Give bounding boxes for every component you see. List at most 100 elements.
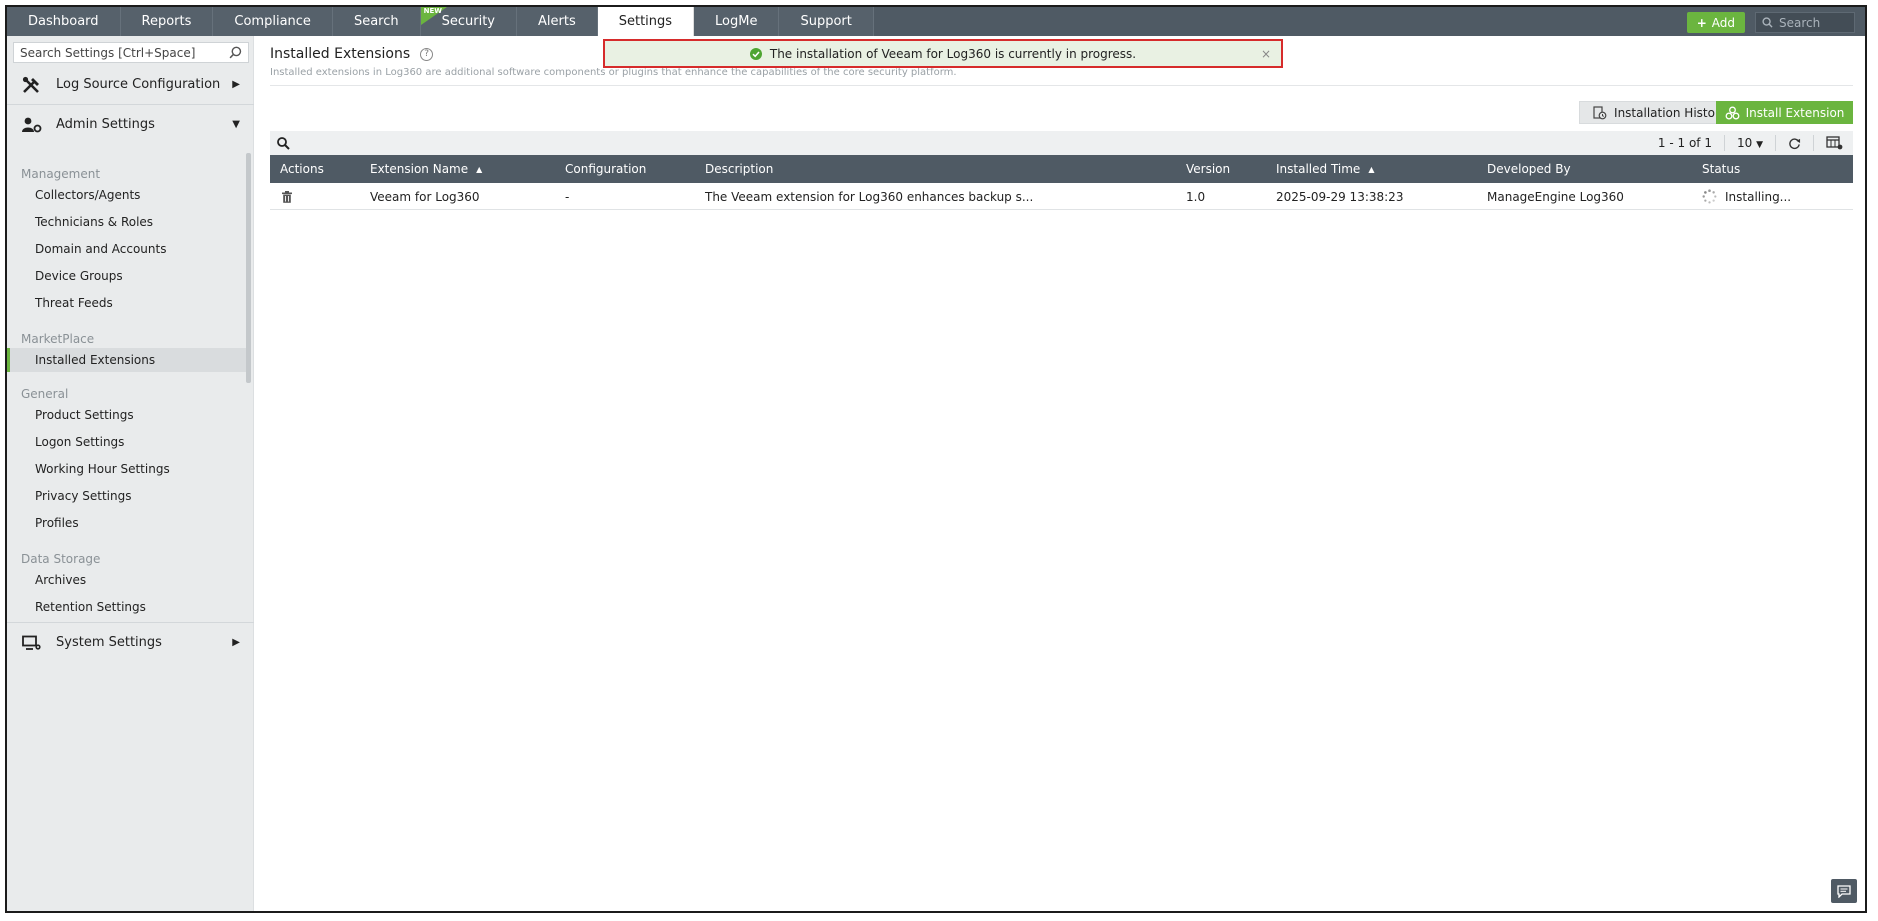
column-label: Version <box>1186 162 1231 176</box>
column-header-installed-time[interactable]: Installed Time ▲ <box>1276 155 1374 183</box>
section-heading-marketplace: MarketPlace <box>21 332 95 346</box>
sidebar-group-system[interactable]: System Settings ▶ <box>7 624 254 661</box>
install-extension-button[interactable]: Install Extension <box>1716 101 1853 124</box>
global-search-input[interactable]: Search <box>1755 12 1855 33</box>
tab-security[interactable]: NEW Security <box>420 7 517 36</box>
sidebar-item-privacy[interactable]: Privacy Settings <box>7 484 247 508</box>
installation-history-label: Installation History <box>1614 105 1727 120</box>
tab-logme[interactable]: LogMe <box>694 7 780 36</box>
column-label: Developed By <box>1487 162 1571 176</box>
help-icon[interactable]: ? <box>420 47 434 61</box>
top-nav: Dashboard Reports Compliance Search NEW … <box>7 7 1865 36</box>
sidebar-item-threat-feeds[interactable]: Threat Feeds <box>7 291 247 315</box>
sidebar-item-label: Installed Extensions <box>35 353 156 367</box>
sidebar-item-label: Logon Settings <box>35 435 125 449</box>
sidebar-item-profiles[interactable]: Profiles <box>7 511 247 535</box>
sidebar-item-label: Technicians & Roles <box>35 215 154 229</box>
column-label: Installed Time <box>1276 162 1361 176</box>
sidebar-item-label: Archives <box>35 573 87 587</box>
caret-down-icon: ▼ <box>1756 140 1763 150</box>
tab-support[interactable]: Support <box>779 7 874 36</box>
tab-dashboard[interactable]: Dashboard <box>7 7 121 36</box>
column-label: Actions <box>280 162 324 176</box>
column-label: Status <box>1702 162 1741 176</box>
divider <box>1723 135 1725 151</box>
tab-label: Security <box>441 14 495 29</box>
pagination-range: 1 - 1 of 1 <box>1657 136 1712 150</box>
column-header-version: Version <box>1186 155 1230 183</box>
sidebar-item-product-settings[interactable]: Product Settings <box>7 403 247 427</box>
tab-alerts[interactable]: Alerts <box>517 7 598 36</box>
column-label: Extension Name <box>370 162 469 176</box>
section-heading-general: General <box>21 387 69 401</box>
page-size-select[interactable]: 10 ▼ <box>1737 136 1763 150</box>
sidebar-item-label: Product Settings <box>35 408 134 422</box>
notification-toast: The installation of Veeam for Log360 is … <box>603 39 1283 68</box>
sidebar-scrollbar[interactable] <box>246 153 251 383</box>
chat-button[interactable] <box>1831 879 1857 903</box>
column-header-configuration: Configuration <box>565 155 646 183</box>
admin-user-icon <box>21 116 43 134</box>
sidebar-item-collectors[interactable]: Collectors/Agents <box>7 183 247 207</box>
settings-sidebar: Search Settings [Ctrl+Space] Log Source … <box>7 36 254 911</box>
divider <box>7 622 254 623</box>
sidebar-item-label: Retention Settings <box>35 600 146 614</box>
close-icon[interactable]: × <box>1261 47 1271 61</box>
page-title: Installed Extensions ? <box>270 46 434 62</box>
tab-label: LogMe <box>715 14 758 29</box>
tools-icon <box>21 76 43 94</box>
add-button[interactable]: + Add <box>1686 12 1745 33</box>
sidebar-item-label: Threat Feeds <box>35 296 113 310</box>
app-window: Dashboard Reports Compliance Search NEW … <box>5 5 1867 913</box>
sidebar-item-label: Privacy Settings <box>35 489 132 503</box>
chat-icon <box>1837 884 1851 898</box>
delete-icon[interactable] <box>282 183 292 210</box>
sidebar-item-label: Collectors/Agents <box>35 188 141 202</box>
tab-label: Search <box>353 14 399 29</box>
settings-search-input[interactable]: Search Settings [Ctrl+Space] <box>13 42 249 63</box>
divider <box>7 104 254 105</box>
cell-extension-name: Veeam for Log360 <box>370 189 480 204</box>
check-circle-icon <box>749 47 762 60</box>
sidebar-item-archives[interactable]: Archives <box>7 568 247 592</box>
chevron-right-icon: ▶ <box>232 79 240 90</box>
sidebar-group-admin[interactable]: Admin Settings ▼ <box>7 106 254 143</box>
tab-search[interactable]: Search <box>332 7 421 36</box>
sidebar-item-device-groups[interactable]: Device Groups <box>7 264 247 288</box>
table-search-icon[interactable] <box>276 136 290 150</box>
sidebar-item-label: Device Groups <box>35 269 123 283</box>
search-icon <box>229 46 242 59</box>
install-extension-label: Install Extension <box>1745 105 1845 120</box>
column-settings-icon[interactable] <box>1826 136 1843 150</box>
tab-label: Settings <box>618 14 673 29</box>
settings-search-placeholder: Search Settings [Ctrl+Space] <box>20 45 196 60</box>
top-right-tools: + Add Search <box>1686 12 1855 33</box>
toast-message: The installation of Veeam for Log360 is … <box>769 46 1137 61</box>
cell-version: 1.0 <box>1186 189 1206 204</box>
sidebar-item-installed-extensions[interactable]: Installed Extensions <box>7 348 247 372</box>
cell-configuration: - <box>565 189 570 204</box>
sidebar-item-domain[interactable]: Domain and Accounts <box>7 237 247 261</box>
loading-spinner-icon <box>1702 189 1717 204</box>
refresh-icon[interactable] <box>1788 137 1801 150</box>
sidebar-item-working-hour[interactable]: Working Hour Settings <box>7 457 247 481</box>
sidebar-item-logon-settings[interactable]: Logon Settings <box>7 430 247 454</box>
tab-compliance[interactable]: Compliance <box>213 7 333 36</box>
tab-settings[interactable]: Settings <box>597 7 695 36</box>
column-label: Description <box>705 162 774 176</box>
sidebar-group-log-source[interactable]: Log Source Configuration ▶ <box>7 66 254 103</box>
new-badge: NEW <box>420 7 447 25</box>
divider <box>270 85 1853 86</box>
cell-installed-time: 2025-09-29 13:38:23 <box>1276 189 1404 204</box>
sidebar-group-label: Log Source Configuration <box>56 77 221 92</box>
sidebar-item-retention[interactable]: Retention Settings <box>7 595 247 619</box>
table-row: Veeam for Log360 - The Veeam extension f… <box>270 183 1853 210</box>
column-header-extension-name[interactable]: Extension Name ▲ <box>370 155 482 183</box>
chevron-down-icon: ▼ <box>232 119 240 130</box>
tab-reports[interactable]: Reports <box>120 7 214 36</box>
new-badge-label: NEW <box>423 7 442 15</box>
sidebar-item-technicians[interactable]: Technicians & Roles <box>7 210 247 234</box>
page-size-value: 10 <box>1736 136 1753 150</box>
sort-asc-icon: ▲ <box>476 164 483 174</box>
add-label: Add <box>1711 15 1735 30</box>
